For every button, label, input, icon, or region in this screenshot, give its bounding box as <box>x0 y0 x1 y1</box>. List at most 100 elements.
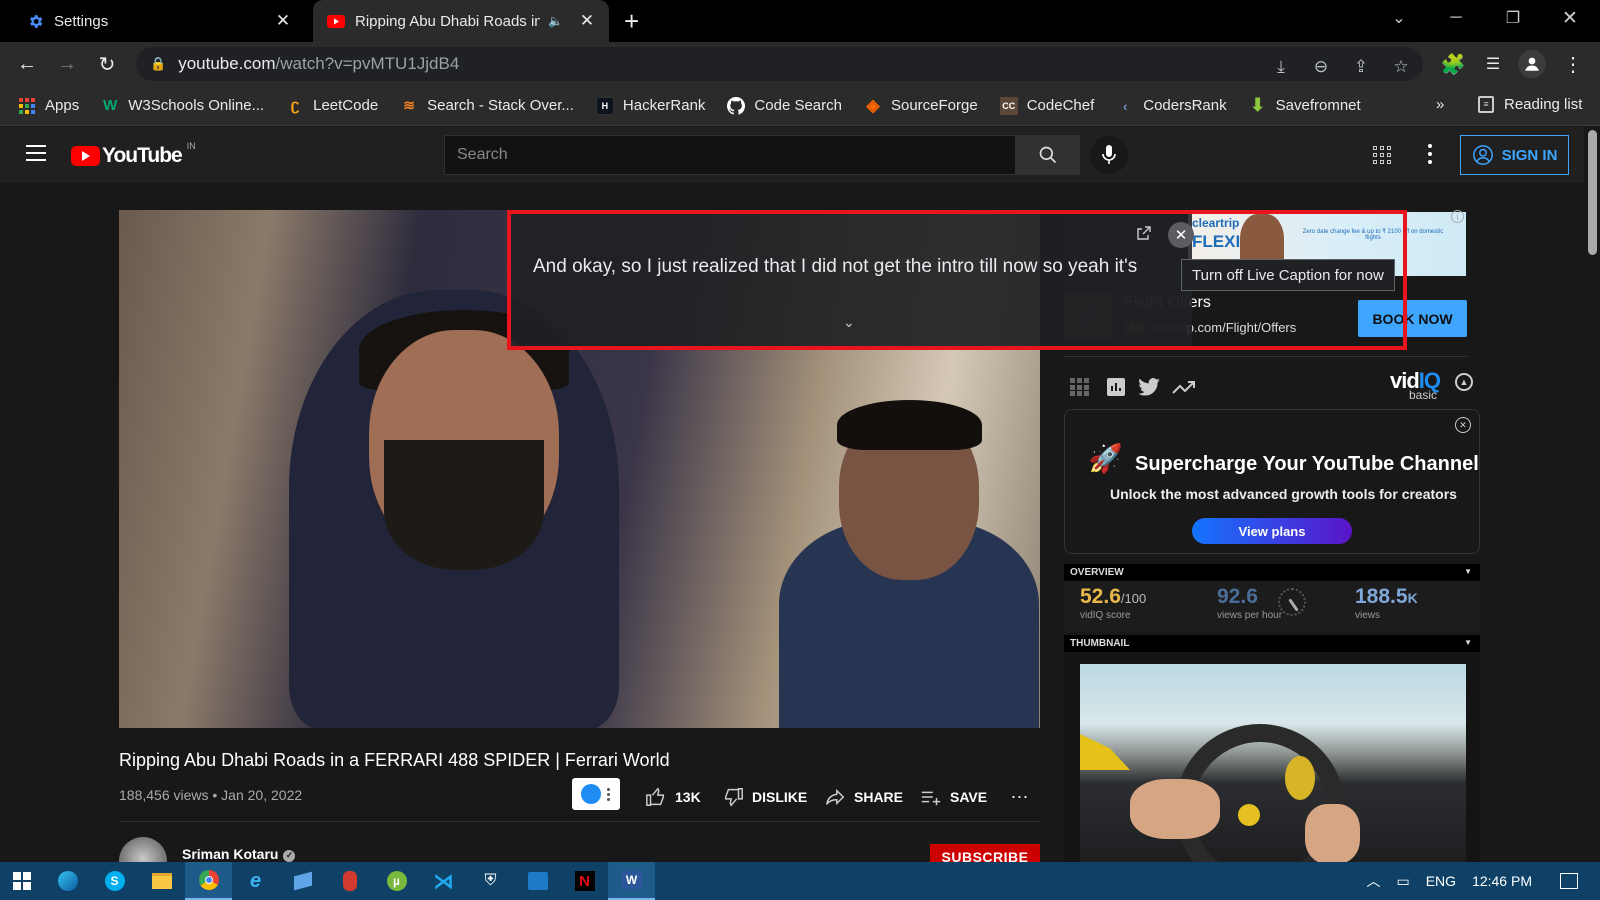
bookmark-savefromnet[interactable]: ⬇ Savefromnet <box>1249 95 1361 115</box>
back-icon[interactable]: ← <box>13 50 41 78</box>
video-title: Ripping Abu Dhabi Roads in a FERRARI 488… <box>119 750 670 770</box>
youtube-logo[interactable]: YouTube IN <box>71 141 196 168</box>
word-icon[interactable]: W <box>608 862 655 900</box>
close-window-icon[interactable]: ✕ <box>1542 0 1598 36</box>
bookmark-label: Apps <box>45 97 80 114</box>
windows-start-icon[interactable] <box>0 862 44 900</box>
share-button[interactable]: SHARE <box>824 786 903 808</box>
ad-info-icon[interactable]: i <box>1451 210 1464 223</box>
minimize-icon[interactable]: ─ <box>1428 0 1484 36</box>
address-bar[interactable]: 🔒 youtube.com/watch?v=pvMTU1JjdB4 ⤓ ⊖ ⇪ … <box>136 47 1423 81</box>
open-settings-external-icon[interactable] <box>1137 226 1155 244</box>
overview-header[interactable]: OVERVIEW ▼ <box>1064 564 1480 581</box>
chrome-menu-icon[interactable]: ⋮ <box>1559 50 1587 78</box>
dislike-button[interactable]: DISLIKE <box>722 786 807 808</box>
browser-toolbar: ← → ↻ 🔒 youtube.com/watch?v=pvMTU1JjdB4 … <box>0 42 1600 86</box>
thumbnail-header[interactable]: THUMBNAIL ▼ <box>1064 635 1480 652</box>
sign-in-button[interactable]: SIGN IN <box>1460 135 1569 175</box>
expand-chevron-icon[interactable]: ⌄ <box>843 314 855 331</box>
bookmark-codersrank[interactable]: ‹ CodersRank <box>1116 97 1227 115</box>
restore-icon[interactable]: ❐ <box>1485 0 1541 36</box>
stat-unit: /100 <box>1120 591 1147 606</box>
security-shield-icon[interactable]: ⛨ <box>467 862 514 900</box>
chrome-icon[interactable] <box>185 862 232 900</box>
channel-name[interactable]: Sriman Kotaru ✓ <box>182 846 296 862</box>
caption-close-button[interactable]: ✕ <box>1168 222 1194 248</box>
trending-chart-icon[interactable] <box>1172 376 1196 398</box>
bookmark-stackoverflow[interactable]: ≋ Search - Stack Over... <box>400 97 574 115</box>
view-plans-button[interactable]: View plans <box>1192 518 1352 544</box>
reading-list-button[interactable]: ≡ Reading list <box>1478 96 1582 113</box>
taskbar-app-icon[interactable] <box>326 862 373 900</box>
bookmark-leetcode[interactable]: ʗ LeetCode <box>286 96 379 115</box>
zoom-out-icon[interactable]: ⊖ <box>1310 56 1332 78</box>
voice-search-button[interactable] <box>1090 136 1128 174</box>
clock[interactable]: 12:46 PM <box>1472 873 1532 889</box>
stat-label: views <box>1355 610 1381 621</box>
bookmark-sourceforge[interactable]: ◈ SourceForge <box>864 96 978 115</box>
bookmark-code-search[interactable]: Code Search <box>727 96 842 115</box>
media-queue-icon[interactable]: ☰ <box>1479 50 1507 78</box>
file-explorer-icon[interactable] <box>138 862 185 900</box>
video-thumbnail[interactable] <box>1080 664 1466 862</box>
search-input[interactable]: Search <box>444 135 1016 175</box>
account-icon <box>1472 145 1493 165</box>
vidiq-extension-button[interactable] <box>572 778 620 810</box>
show-hidden-icons-chevron-icon[interactable]: ︿ <box>1366 871 1380 891</box>
promo-close-icon[interactable]: ✕ <box>1455 417 1471 433</box>
close-tab-icon[interactable]: ✕ <box>577 11 597 31</box>
collapse-chevron-up-icon[interactable]: ▲ <box>1455 373 1473 391</box>
search-button[interactable] <box>1016 135 1080 175</box>
bookmark-hackerrank[interactable]: H HackerRank <box>595 96 705 115</box>
bookmark-w3schools[interactable]: W W3Schools Online... <box>101 97 264 115</box>
input-language[interactable]: ENG <box>1426 873 1456 889</box>
speaker-icon[interactable]: 🔈 <box>548 14 563 28</box>
url-path: /watch?v=pvMTU1JjdB4 <box>275 54 460 73</box>
netflix-icon[interactable]: N <box>561 862 608 900</box>
tab-youtube-video[interactable]: Ripping Abu Dhabi Roads in a FERRARI 488… <box>313 0 609 42</box>
tab-search-chevron-icon[interactable]: ⌄ <box>1371 0 1427 36</box>
internet-explorer-icon[interactable]: e <box>232 862 279 900</box>
bookmarks-overflow-button[interactable]: » <box>1436 96 1444 113</box>
save-button[interactable]: SAVE <box>920 786 987 808</box>
bookmark-codechef[interactable]: CC CodeChef <box>999 96 1094 115</box>
tab-settings[interactable]: Settings ✕ <box>0 0 305 42</box>
like-button[interactable]: 13K <box>645 786 701 808</box>
close-tab-icon[interactable]: ✕ <box>273 11 293 31</box>
extensions-puzzle-icon[interactable]: 🧩 <box>1439 50 1467 78</box>
prime-video-icon[interactable] <box>514 862 561 900</box>
new-tab-button[interactable]: + <box>624 6 639 37</box>
leetcode-icon: ʗ <box>290 96 300 114</box>
codechef-icon: CC <box>999 96 1018 115</box>
share-icon[interactable]: ⇪ <box>1350 56 1372 78</box>
taskbar-app-icon[interactable] <box>279 862 326 900</box>
divider <box>1064 356 1467 357</box>
tab-title: Ripping Abu Dhabi Roads in a FERRARI 488… <box>355 12 541 30</box>
edge-icon[interactable] <box>44 862 91 900</box>
menu-hamburger-icon[interactable] <box>26 145 46 161</box>
vidiq-stats-icon[interactable] <box>1104 376 1128 398</box>
reload-icon[interactable]: ↻ <box>93 50 121 78</box>
scrollbar-thumb[interactable] <box>1588 130 1597 255</box>
install-app-icon[interactable]: ⤓ <box>1270 56 1292 78</box>
profile-avatar-icon[interactable] <box>1518 50 1546 78</box>
forward-icon[interactable]: → <box>53 50 81 78</box>
stackoverflow-icon: ≋ <box>403 97 416 113</box>
share-label: SHARE <box>854 789 904 805</box>
bookmark-label: SourceForge <box>890 97 978 114</box>
speed-gauge-icon <box>1278 588 1306 616</box>
vidiq-grid-icon[interactable] <box>1068 376 1092 398</box>
twitter-icon[interactable] <box>1137 376 1161 398</box>
bookmark-apps[interactable]: Apps <box>18 97 79 115</box>
bookmark-star-icon[interactable]: ☆ <box>1390 56 1412 78</box>
kebab-icon <box>607 787 610 801</box>
utorrent-icon[interactable]: µ <box>373 862 420 900</box>
settings-kebab-icon[interactable] <box>1428 144 1432 168</box>
vscode-icon[interactable]: ⋊ <box>420 862 467 900</box>
youtube-apps-icon[interactable] <box>1373 146 1391 164</box>
notification-center-icon[interactable] <box>1560 873 1578 889</box>
battery-power-icon[interactable]: ▭ <box>1396 873 1409 890</box>
more-actions-button[interactable]: ... <box>1011 782 1029 803</box>
skype-icon[interactable]: S <box>91 862 138 900</box>
codersrank-icon: ‹ <box>1122 97 1128 114</box>
